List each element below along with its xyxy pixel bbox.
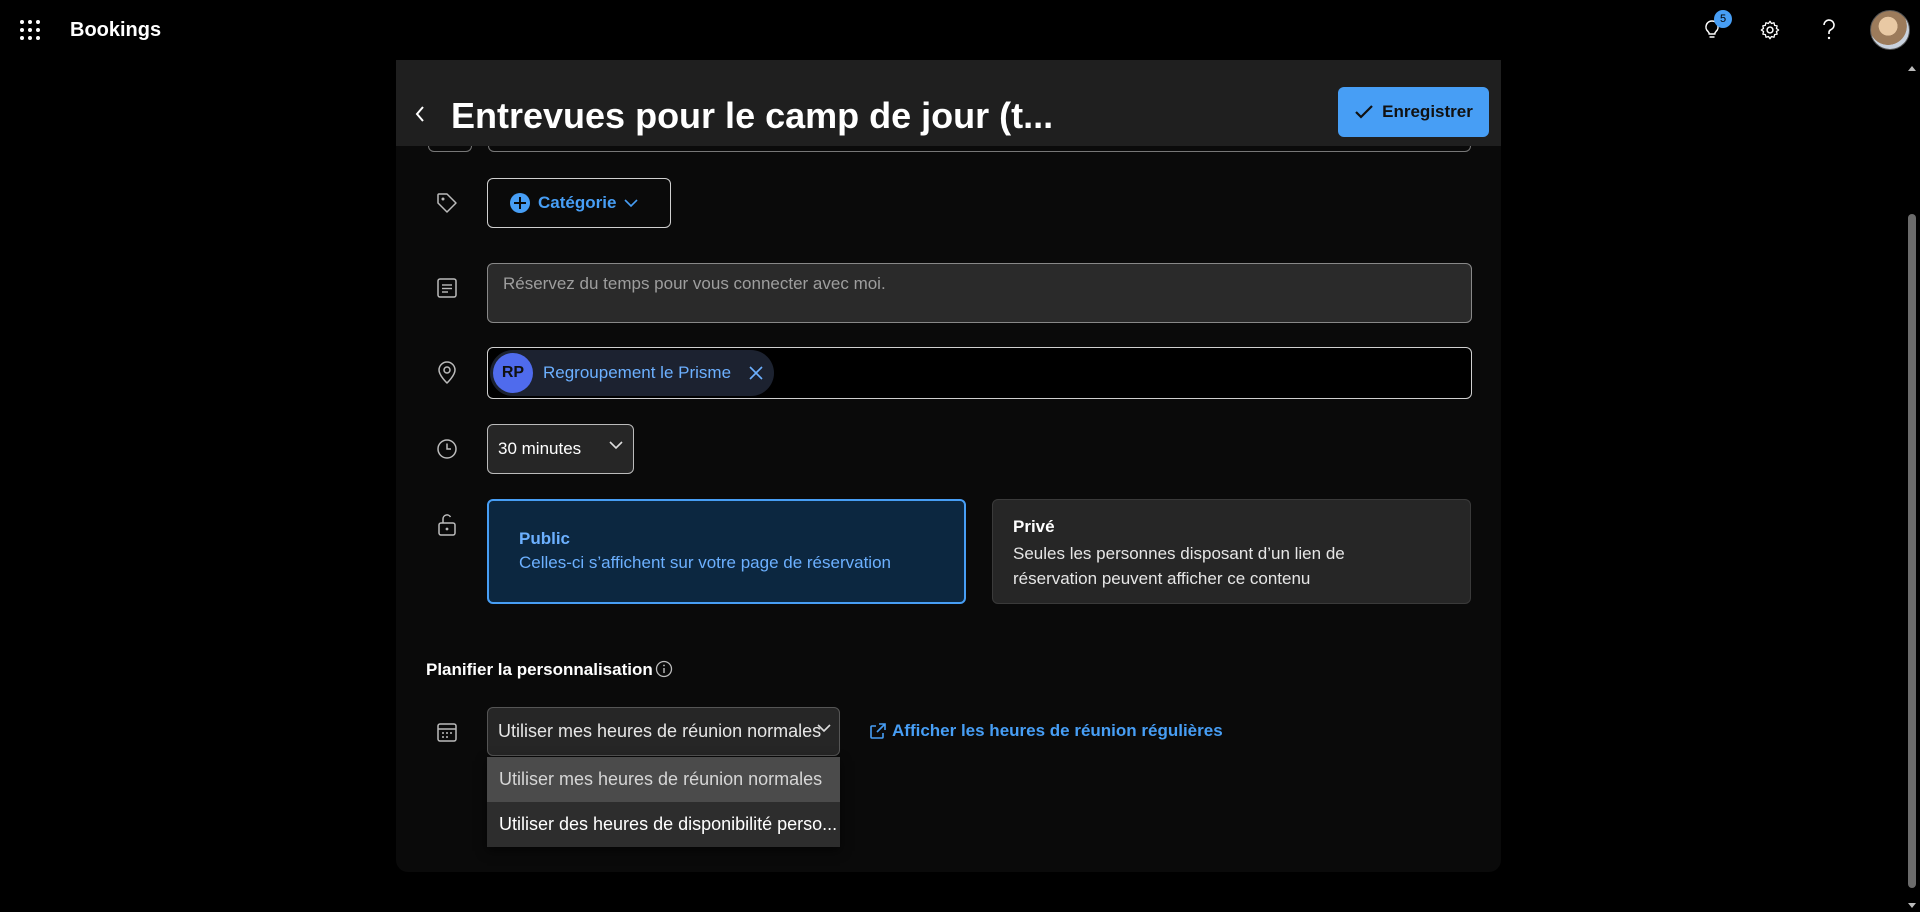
notification-badge: 5 bbox=[1714, 10, 1732, 28]
public-card-title: Public bbox=[519, 529, 571, 548]
editor-header: Entrevues pour le camp de jour (t... Enr… bbox=[396, 60, 1501, 146]
calendar-icon bbox=[432, 717, 462, 747]
top-bar: Bookings 5 bbox=[0, 0, 1920, 60]
settings-gear-icon[interactable] bbox=[1754, 14, 1786, 46]
schedule-section-label: Planifier la personnalisation bbox=[426, 660, 653, 679]
app-title: Bookings bbox=[70, 19, 162, 41]
remove-location-close-icon[interactable] bbox=[747, 364, 765, 382]
private-card-description: Seules les personnes disposant d’un lien… bbox=[1013, 544, 1345, 588]
app-launcher-icon[interactable] bbox=[18, 18, 42, 42]
category-button-label: Catégorie bbox=[538, 193, 617, 212]
tips-lightbulb-icon[interactable]: 5 bbox=[1696, 10, 1732, 46]
help-icon[interactable] bbox=[1813, 14, 1845, 46]
visibility-private-card[interactable]: Privé Seules les personnes disposant d’u… bbox=[992, 499, 1471, 604]
open-external-icon bbox=[870, 723, 886, 739]
add-circle-icon bbox=[510, 193, 530, 213]
visibility-public-card[interactable]: Public Celles-ci s’affichent sur votre p… bbox=[487, 499, 966, 604]
checkmark-icon bbox=[1355, 105, 1373, 119]
description-field[interactable]: Réservez du temps pour vous connecter av… bbox=[487, 263, 1472, 323]
schedule-option-normal[interactable]: Utiliser mes heures de réunion normales bbox=[487, 757, 840, 802]
chevron-down-icon bbox=[817, 724, 831, 733]
page-title: Entrevues pour le camp de jour (t... bbox=[451, 95, 1054, 136]
unlock-icon bbox=[432, 510, 462, 540]
view-regular-hours-label: Afficher les heures de réunion régulière… bbox=[892, 721, 1223, 740]
location-field[interactable]: RP Regroupement le Prisme bbox=[487, 347, 1472, 399]
schedule-option-custom[interactable]: Utiliser des heures de disponibilité per… bbox=[487, 802, 840, 847]
schedule-selected-value: Utiliser mes heures de réunion normales bbox=[498, 721, 822, 741]
scroll-up-arrow-icon[interactable] bbox=[1908, 66, 1916, 71]
page-scrollbar[interactable] bbox=[1904, 60, 1920, 912]
info-icon[interactable] bbox=[655, 660, 673, 678]
private-card-title: Privé bbox=[1013, 517, 1055, 536]
schedule-hours-select[interactable]: Utiliser mes heures de réunion normales bbox=[487, 707, 840, 756]
scroll-down-arrow-icon[interactable] bbox=[1908, 903, 1916, 908]
clipped-field-edge bbox=[428, 146, 472, 152]
save-button[interactable]: Enregistrer bbox=[1338, 87, 1489, 137]
category-button[interactable]: Catégorie bbox=[487, 178, 671, 228]
duration-select[interactable]: 30 minutes bbox=[487, 424, 634, 474]
tag-icon bbox=[432, 188, 462, 218]
chevron-down-icon bbox=[624, 198, 638, 207]
view-regular-hours-link[interactable]: Afficher les heures de réunion régulière… bbox=[870, 721, 1223, 741]
clock-icon bbox=[432, 434, 462, 464]
back-chevron-icon[interactable] bbox=[404, 98, 436, 130]
public-card-description: Celles-ci s’affichent sur votre page de … bbox=[519, 553, 891, 572]
location-pin-icon bbox=[432, 358, 462, 388]
user-avatar[interactable] bbox=[1870, 10, 1910, 50]
service-editor-panel: Entrevues pour le camp de jour (t... Enr… bbox=[396, 60, 1501, 872]
save-button-label: Enregistrer bbox=[1382, 102, 1473, 121]
clipped-field-edge bbox=[488, 146, 1471, 152]
location-avatar: RP bbox=[493, 353, 533, 393]
location-chip-label: Regroupement le Prisme bbox=[543, 363, 732, 382]
location-chip[interactable]: RP Regroupement le Prisme bbox=[490, 350, 774, 396]
schedule-dropdown-list: Utiliser mes heures de réunion normales … bbox=[487, 757, 840, 847]
scroll-thumb[interactable] bbox=[1908, 214, 1916, 888]
chevron-down-icon bbox=[609, 441, 623, 450]
text-description-icon bbox=[432, 273, 462, 303]
duration-value: 30 minutes bbox=[498, 439, 582, 458]
